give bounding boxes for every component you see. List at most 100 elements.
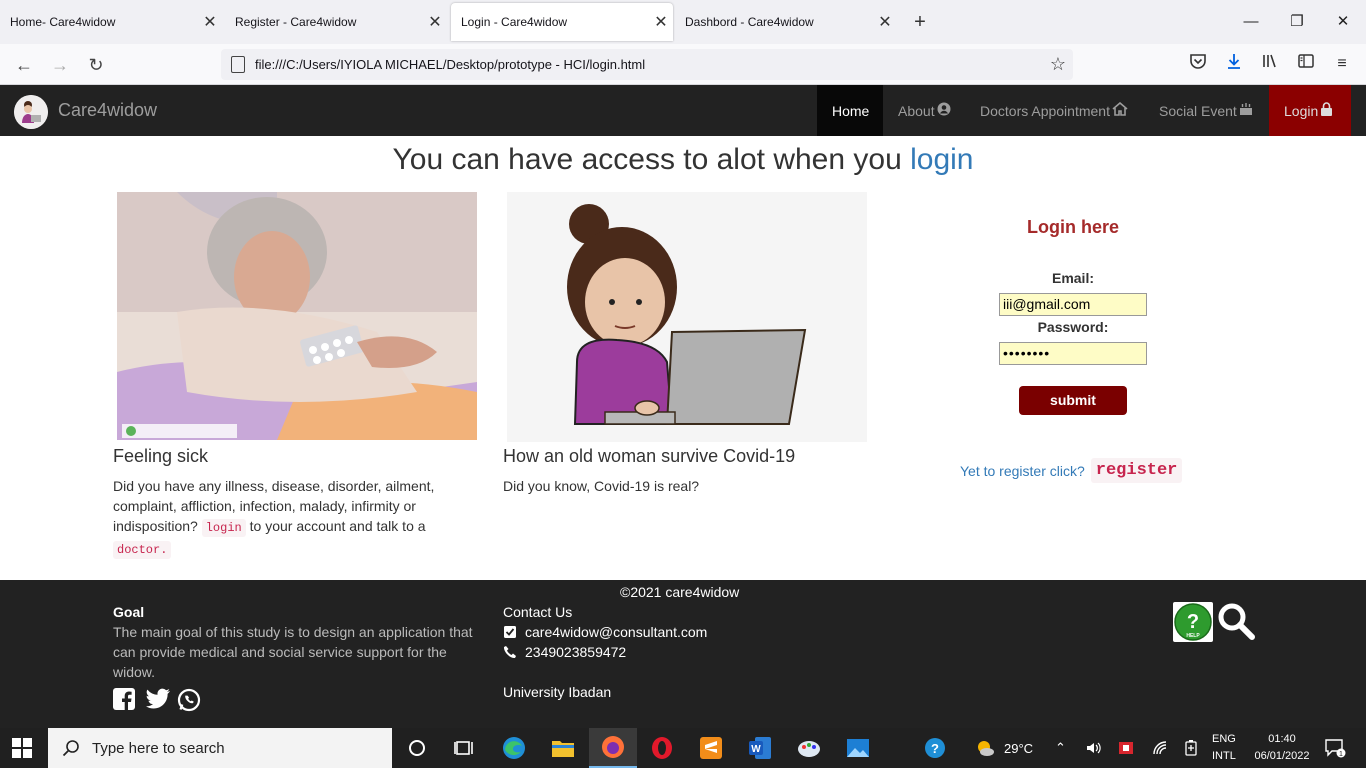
register-link[interactable]: register	[1090, 458, 1183, 483]
address-bar[interactable]: file:///C:/Users/IYIOLA MICHAEL/Desktop/…	[221, 49, 1073, 80]
tab-login[interactable]: Login - Care4widow ✕	[451, 3, 673, 41]
clock-date: 06/01/2022	[1254, 750, 1310, 762]
close-icon[interactable]: ✕	[423, 12, 447, 32]
taskbar-search-input[interactable]: Type here to search	[48, 728, 392, 768]
sidebar-icon[interactable]	[1294, 52, 1318, 76]
browser-tab-strip: Home- Care4widow ✕ Register - Care4widow…	[0, 0, 1366, 44]
svg-text:?: ?	[931, 741, 939, 756]
page-title: You can have access to alot when you log…	[0, 143, 1366, 177]
password-field[interactable]: ••••••••	[999, 342, 1147, 365]
whatsapp-icon[interactable]	[177, 688, 201, 712]
goal-title: Goal	[113, 604, 145, 620]
facebook-icon[interactable]	[113, 688, 137, 712]
svg-text:W: W	[751, 744, 761, 755]
paint-icon[interactable]	[795, 734, 823, 762]
close-icon[interactable]: ✕	[198, 12, 222, 32]
system-clock[interactable]: 01:40 06/01/2022	[1252, 731, 1312, 765]
old-woman-laptop-illustration	[507, 192, 867, 442]
url-text[interactable]: file:///C:/Users/IYIOLA MICHAEL/Desktop/…	[255, 57, 1043, 72]
nav-social-event[interactable]: Social Event	[1144, 85, 1268, 136]
nav-about[interactable]: About	[883, 85, 966, 136]
antivirus-icon[interactable]	[1117, 728, 1135, 768]
photos-icon[interactable]	[844, 734, 872, 762]
file-explorer-icon[interactable]	[549, 734, 577, 762]
input-language[interactable]: ENG INTL	[1212, 731, 1236, 765]
contact-email-row: care4widow@consultant.com	[503, 624, 707, 640]
sick-elderly-woman-image	[117, 192, 477, 440]
window-close-icon[interactable]: ✕	[1320, 8, 1366, 36]
nav-social-label: Social Event	[1159, 102, 1237, 119]
sick-text-after: to your account and talk to a	[249, 518, 426, 534]
firefox-taskbar-active[interactable]	[589, 728, 637, 768]
notifications-icon[interactable]: 1	[1324, 728, 1346, 768]
restore-icon[interactable]: ❐	[1274, 8, 1320, 36]
nav-login[interactable]: Login	[1269, 85, 1351, 136]
volume-icon[interactable]	[1086, 728, 1102, 768]
search-icon	[62, 739, 80, 757]
register-prompt-text[interactable]: Yet to register click?	[960, 463, 1085, 479]
site-navbar: Care4widow Home About Doctors Appointmen…	[0, 85, 1366, 136]
email-check-icon	[503, 625, 517, 639]
user-circle-icon	[937, 102, 951, 119]
twitter-icon[interactable]	[145, 688, 170, 712]
sublime-text-icon[interactable]	[697, 734, 725, 762]
weather-icon	[978, 741, 994, 756]
battery-icon[interactable]	[1183, 728, 1199, 768]
weather-widget[interactable]: 29°C	[974, 728, 1033, 768]
lock-icon	[1320, 102, 1333, 119]
close-icon[interactable]: ✕	[873, 12, 897, 32]
windows-taskbar: Type here to search W ? 29°C ⌃ ENG INTL …	[0, 728, 1366, 768]
clock-time: 01:40	[1268, 733, 1296, 745]
back-arrow-icon[interactable]: ←	[10, 51, 38, 79]
pocket-icon[interactable]	[1186, 52, 1210, 76]
tab-dashboard[interactable]: Dashbord - Care4widow ✕	[675, 0, 897, 44]
bookmark-star-icon[interactable]: ☆	[1043, 54, 1073, 75]
tab-title: Dashbord - Care4widow	[685, 15, 814, 29]
nav-login-label: Login	[1284, 102, 1319, 119]
submit-button[interactable]: submit	[1019, 386, 1127, 415]
windows-start-icon[interactable]	[12, 738, 32, 758]
opera-icon[interactable]	[648, 734, 676, 762]
chevron-up-icon[interactable]: ⌃	[1055, 728, 1066, 768]
search-icon[interactable]	[1217, 602, 1255, 640]
svg-text:HELP: HELP	[1186, 633, 1200, 639]
cortana-icon[interactable]	[403, 734, 431, 762]
edge-icon[interactable]	[500, 734, 528, 762]
brand-logo[interactable]	[14, 95, 48, 129]
password-label: Password:	[1037, 319, 1109, 335]
brand-name[interactable]: Care4widow	[58, 100, 157, 121]
forward-arrow-icon[interactable]: →	[46, 51, 74, 79]
title-login-highlight: login	[910, 143, 974, 176]
new-tab-plus-icon[interactable]: +	[908, 10, 932, 34]
contact-email[interactable]: care4widow@consultant.com	[525, 624, 707, 640]
birthday-cake-icon	[1239, 102, 1253, 119]
university: University Ibadan	[503, 684, 612, 700]
login-heading: Login here	[1026, 217, 1119, 237]
svg-text:1: 1	[1339, 751, 1343, 758]
hamburger-menu-icon[interactable]: ≡	[1330, 52, 1354, 76]
tab-home[interactable]: Home- Care4widow ✕	[0, 0, 222, 44]
reload-icon[interactable]: ↻	[82, 51, 110, 79]
download-icon[interactable]	[1222, 52, 1246, 76]
help-icon[interactable]: ? HELP	[1173, 602, 1213, 642]
tab-title: Login - Care4widow	[461, 15, 568, 29]
social-links	[113, 688, 201, 712]
task-view-icon[interactable]	[451, 734, 479, 762]
nav-home-label: Home	[832, 102, 870, 119]
close-icon[interactable]: ✕	[649, 12, 673, 32]
wifi-icon[interactable]	[1152, 728, 1168, 768]
email-field[interactable]: iii@gmail.com	[999, 293, 1147, 316]
inline-code-doctor: doctor.	[113, 541, 172, 559]
taskbar-search-placeholder: Type here to search	[92, 739, 225, 757]
page-icon	[231, 56, 245, 73]
help-tray-icon[interactable]: ?	[924, 728, 948, 768]
library-icon[interactable]	[1258, 52, 1282, 76]
nav-home[interactable]: Home	[817, 85, 883, 136]
word-icon[interactable]: W	[746, 734, 774, 762]
browser-toolbar: ← → ↻ file:///C:/Users/IYIOLA MICHAEL/De…	[0, 44, 1366, 85]
nav-about-label: About	[898, 102, 935, 119]
tab-register[interactable]: Register - Care4widow ✕	[225, 0, 447, 44]
home-icon	[1112, 101, 1128, 119]
nav-doctors-appointment[interactable]: Doctors Appointment	[965, 85, 1143, 136]
minimize-icon[interactable]: —	[1228, 8, 1274, 36]
